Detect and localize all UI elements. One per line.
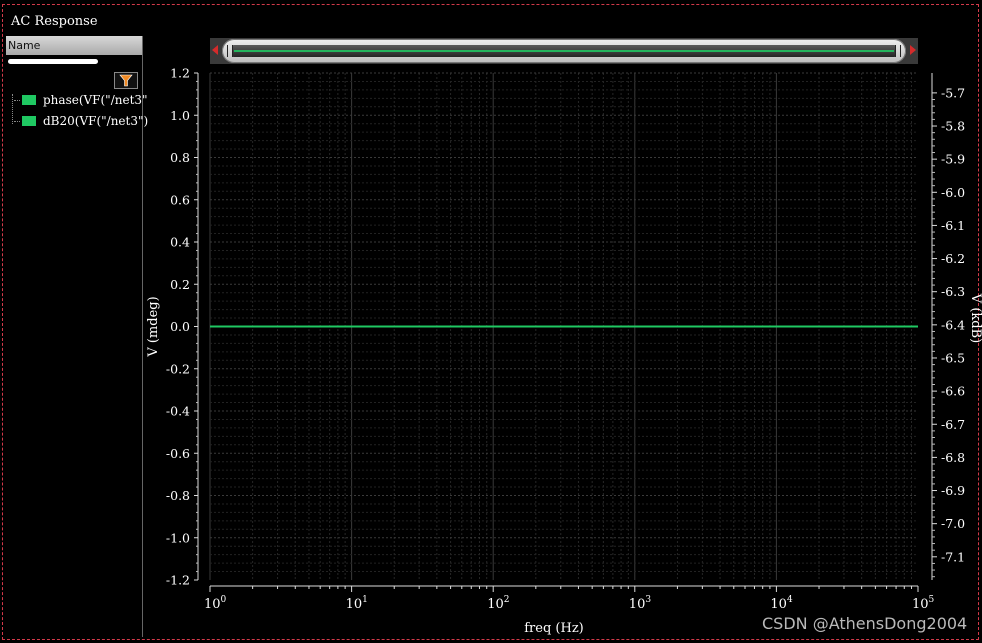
x-tick-label: 100 [204, 595, 227, 612]
y-left-tick-label: 0.4 [170, 235, 190, 250]
y-left-tick-label: 0.6 [170, 192, 190, 207]
y-right-tick-label: -6.5 [941, 350, 965, 365]
plot-area[interactable]: 1.2 1.0 0.8 0.6 0.4 0.2 0.0 -0.2 -0.4 -0.6 -0.8 -1.… [0, 0, 982, 643]
y-right-tick-label: -6.3 [941, 284, 965, 299]
y-right-tick-label: -7.1 [941, 549, 965, 564]
y-right-tick-label: -6.1 [941, 218, 965, 233]
x-tick-label: 101 [346, 595, 368, 612]
x-tick-label: 104 [770, 595, 793, 612]
y-axis-left-label: V (mdeg) [146, 296, 161, 357]
y-axis-right-label: V (kdB) [968, 293, 982, 343]
y-right-tick-label: -5.7 [941, 85, 965, 100]
x-tick-label: 102 [487, 595, 509, 612]
y-right-tick-label: -6.6 [941, 384, 965, 399]
y-left-tick-label: 0.8 [170, 150, 190, 165]
y-left-tick-label: -0.2 [166, 361, 190, 376]
y-left-tick-label: -0.4 [166, 404, 190, 419]
watermark: CSDN @AthensDong2004 [762, 614, 968, 633]
y-right-tick-label: -5.8 [941, 119, 965, 134]
y-right-tick-label: -6.2 [941, 251, 965, 266]
y-right-tick-label: -6.7 [941, 417, 965, 432]
y-left-tick-label: -0.6 [166, 446, 190, 461]
y-left-tick-label: 1.0 [170, 108, 190, 123]
y-right-tick-label: -7.0 [941, 516, 965, 531]
x-tick-label: 103 [629, 595, 652, 612]
y-left-tick-label: 0.0 [170, 319, 190, 334]
y-right-tick-label: -6.4 [941, 317, 965, 332]
y-right-tick-label: -6.9 [941, 483, 965, 498]
y-right-tick-label: -6.0 [941, 185, 965, 200]
y-left-tick-label: 0.2 [170, 277, 190, 292]
x-axis-label: freq (Hz) [524, 621, 584, 636]
y-left-tick-label: -0.8 [166, 488, 190, 503]
y-right-tick-label: -6.8 [941, 450, 965, 465]
x-tick-label: 105 [912, 595, 935, 612]
y-left-tick-label: 1.2 [170, 66, 190, 81]
y-left-tick-label: -1.0 [166, 530, 190, 545]
y-left-tick-label: -1.2 [166, 573, 190, 588]
y-right-tick-label: -5.9 [941, 152, 965, 167]
